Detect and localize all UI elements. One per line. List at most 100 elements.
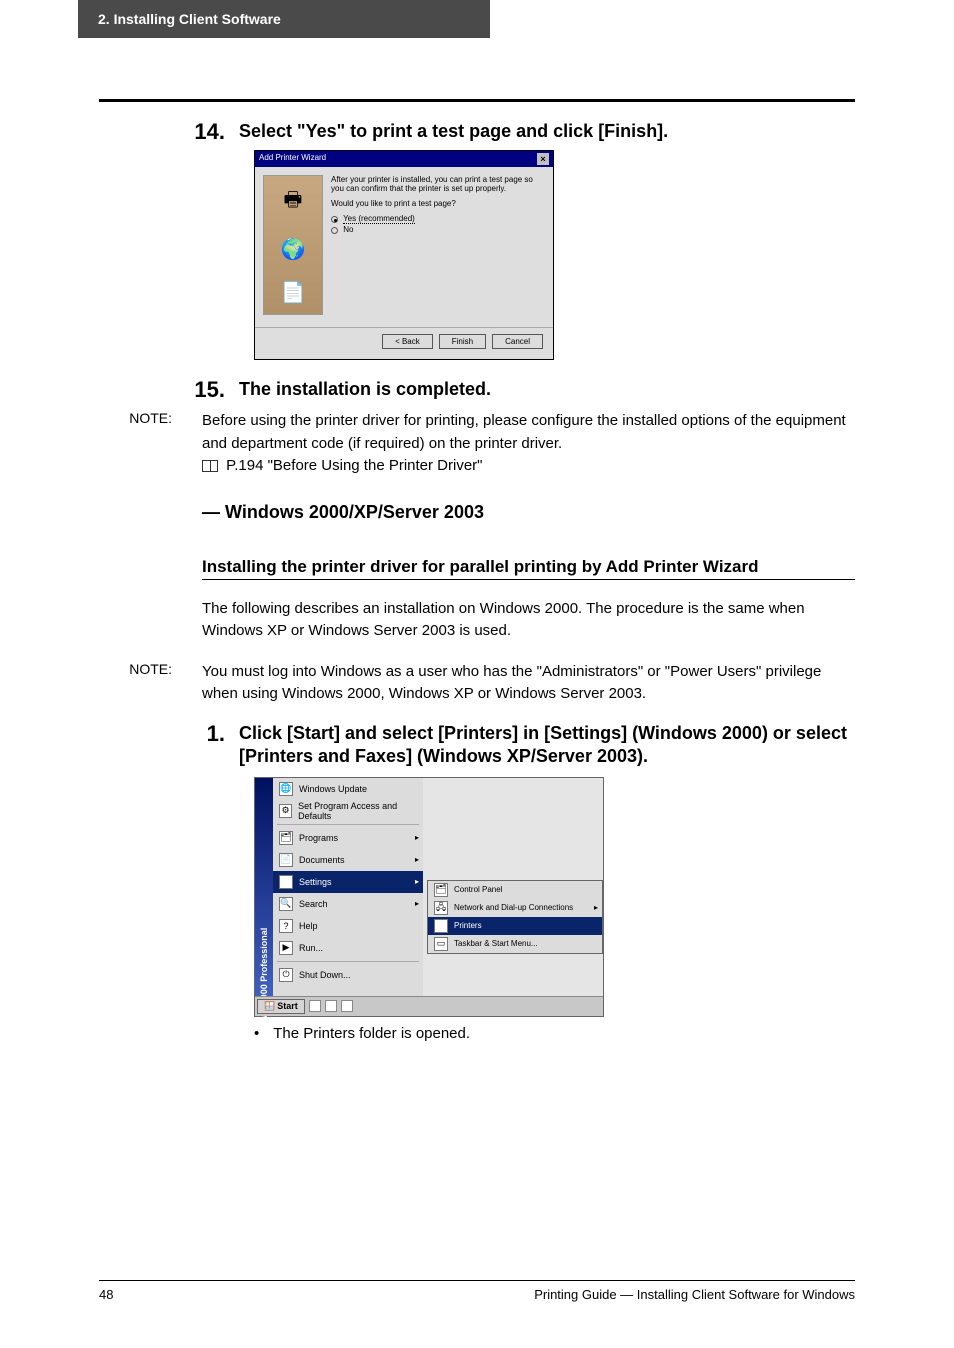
book-icon [202,460,218,472]
step-15-number: 15. [99,378,239,402]
page-footer: 48 Printing Guide — Installing Client So… [99,1280,855,1302]
page-icon: 📄 [281,280,306,305]
step-15-text: The installation is completed. [239,378,491,402]
menu-programs[interactable]: 🗂 Programs [273,827,423,849]
menu-label: Programs [299,833,338,843]
menu-label: Settings [299,877,332,887]
menu-shut-down[interactable]: ⏻ Shut Down... [273,964,423,986]
menu-search[interactable]: 🔍 Search [273,893,423,915]
note-label: NOTE: [99,661,202,706]
globe-icon: 🌐 [279,782,293,796]
start-menu-strip: Windows 2000 Professional [255,778,273,996]
bullet-text: The Printers folder is opened. [273,1025,470,1042]
note-block-1: NOTE: Before using the printer driver fo… [99,410,855,478]
submenu-label: Taskbar & Start Menu... [454,939,538,948]
menu-set-program-access[interactable]: ⚙ Set Program Access and Defaults [273,800,423,822]
search-icon: 🔍 [279,897,293,911]
apw-title-bar: Add Printer Wizard × [255,151,553,167]
note-reference: P.194 "Before Using the Printer Driver" [226,457,482,474]
close-icon[interactable]: × [537,153,549,165]
content-area: 14. Select "Yes" to print a test page an… [99,120,855,1042]
page: 2. Installing Client Software 14. Select… [0,0,954,1348]
apw-message-area: After your printer is installed, you can… [331,175,545,319]
note-block-2: NOTE: You must log into Windows as a use… [99,661,855,706]
apw-button-row: < Back Finish Cancel [255,327,553,359]
submenu-taskbar[interactable]: ▭ Taskbar & Start Menu... [428,935,602,953]
radio-yes[interactable]: Yes (recommended) [331,214,545,223]
menu-help[interactable]: ? Help [273,915,423,937]
header-tab: 2. Installing Client Software [78,0,490,38]
apw-title-text: Add Printer Wizard [259,153,326,165]
step-14-row: 14. Select "Yes" to print a test page an… [99,120,855,144]
step-15-row: 15. The installation is completed. [99,378,855,402]
start-menu: Windows 2000 Professional 🌐Windows Updat… [254,777,604,1017]
menu-label: Help [299,921,318,931]
submenu-printers[interactable]: 🖨 Printers [428,917,602,935]
step-14-text: Select "Yes" to print a test page and cl… [239,120,668,144]
body-paragraph: The following describes an installation … [202,598,855,643]
footer-title: Printing Guide — Installing Client Softw… [534,1287,855,1302]
back-button[interactable]: < Back [382,334,433,349]
add-printer-wizard-screenshot: Add Printer Wizard × 🖶 🌍 📄 After your pr… [254,150,855,360]
step-1-number: 1. [99,722,239,769]
taskbar-icon: ▭ [434,937,448,951]
radio-no-label: No [343,225,353,234]
control-panel-icon: 🗂 [434,883,448,897]
apw-message-1: After your printer is installed, you can… [331,175,545,193]
menu-label: Run... [299,943,323,953]
folder-icon: 🗂 [279,831,293,845]
note-text-1: Before using the printer driver for prin… [202,412,846,452]
separator-line [99,99,855,102]
submenu-control-panel[interactable]: 🗂 Control Panel [428,881,602,899]
start-button[interactable]: 🪟Start [257,999,305,1014]
start-menu-strip-text: Windows 2000 Professional [259,927,269,1045]
radio-icon [331,227,338,234]
printer-icon: 🖶 [284,185,303,219]
quick-launch-icon[interactable] [325,1000,337,1012]
menu-label: Search [299,899,328,909]
note-body: You must log into Windows as a user who … [202,661,855,706]
start-label: Start [277,1001,298,1011]
menu-run[interactable]: ▶ Run... [273,937,423,959]
windows-icon: 🪟 [264,1001,275,1012]
note-body: Before using the printer driver for prin… [202,410,855,478]
power-icon: ⏻ [279,968,293,982]
menu-settings[interactable]: ⚙Settings [273,871,423,893]
menu-label: Documents [299,855,345,865]
program-icon: ⚙ [279,804,292,818]
menu-label: Set Program Access and Defaults [298,801,423,821]
page-number: 48 [99,1287,113,1302]
menu-windows-update[interactable]: 🌐Windows Update [273,778,423,800]
apw-body: 🖶 🌍 📄 After your printer is installed, y… [255,167,553,327]
menu-separator [277,824,419,825]
submenu-label: Network and Dial-up Connections [454,903,573,912]
menu-separator [277,961,419,962]
run-icon: ▶ [279,941,293,955]
start-menu-screenshot: Windows 2000 Professional 🌐Windows Updat… [254,777,855,1017]
finish-button[interactable]: Finish [439,334,486,349]
quick-launch-icon[interactable] [309,1000,321,1012]
cancel-button[interactable]: Cancel [492,334,543,349]
quick-launch-icon[interactable] [341,1000,353,1012]
printer-icon: 🖨 [434,919,448,933]
globe-icon: 🌍 [281,237,306,262]
bullet-line: • The Printers folder is opened. [254,1025,855,1042]
document-icon: 📄 [279,853,293,867]
network-icon: 🖧 [434,901,448,915]
menu-documents[interactable]: 📄 Documents [273,849,423,871]
os-heading: — Windows 2000/XP/Server 2003 [202,502,855,523]
help-icon: ? [279,919,293,933]
submenu-label: Control Panel [454,885,502,894]
radio-no[interactable]: No [331,225,545,234]
radio-yes-label: Yes (recommended) [343,214,415,224]
apw-message-2: Would you like to print a test page? [331,199,545,208]
settings-submenu: 🗂 Control Panel 🖧 Network and Dial-up Conn… [427,880,603,954]
note-label: NOTE: [99,410,202,478]
submenu-label: Printers [454,921,482,930]
apw-dialog: Add Printer Wizard × 🖶 🌍 📄 After your pr… [254,150,554,360]
step-14-number: 14. [99,120,239,144]
radio-icon [331,216,338,223]
taskbar: 🪟Start [255,996,603,1016]
menu-label: Shut Down... [299,970,351,980]
submenu-network[interactable]: 🖧 Network and Dial-up Connections [428,899,602,917]
